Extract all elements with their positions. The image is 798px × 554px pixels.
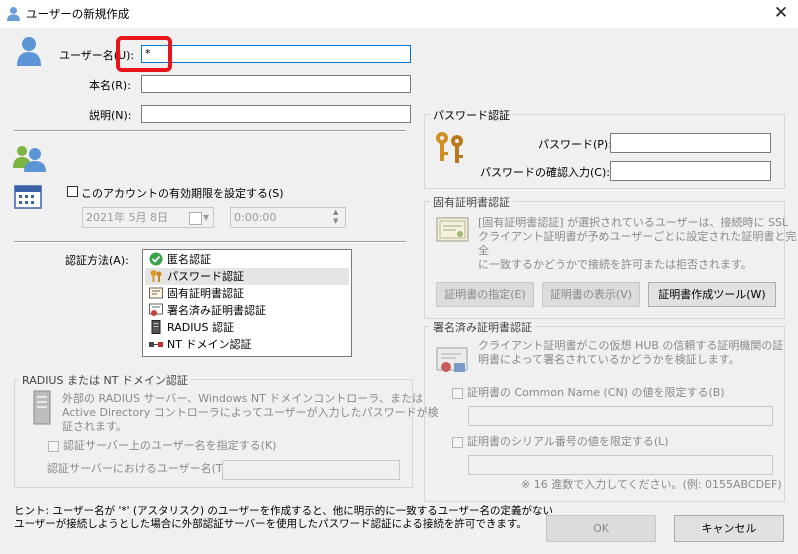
check-circle-icon [149, 252, 163, 266]
certificate-icon [436, 217, 469, 242]
list-item[interactable]: パスワード認証 [145, 268, 349, 285]
user-app-icon [7, 7, 20, 21]
radius-description: 外部の RADIUS サーバー、Windows NT ドメインコントローラ、また… [62, 392, 439, 433]
note-input[interactable] [141, 105, 411, 123]
specify-username-checkbox[interactable] [48, 441, 59, 452]
server-icon [33, 390, 51, 425]
cert-tool-button[interactable]: 証明書作成ツール(W) [648, 282, 776, 307]
keys-icon [150, 270, 162, 282]
close-icon: ✕ [773, 3, 789, 23]
separator [14, 130, 406, 132]
serial-input[interactable] [468, 455, 773, 475]
password-label: パスワード(P): [538, 138, 612, 151]
radius-group-title: RADIUS または NT ドメイン認証 [19, 372, 191, 388]
expire-date-picker[interactable]: 2021年 5月 8日 ▼ [82, 207, 214, 228]
server-icon [151, 320, 161, 334]
cancel-button[interactable]: キャンセル [674, 515, 784, 542]
certificate-icon [149, 287, 163, 299]
view-cert-button[interactable]: 証明書の表示(V) [542, 282, 640, 307]
expire-time-picker[interactable]: 0:00:00 ▲ ▼ [230, 207, 346, 228]
signed-certificate-icon [436, 347, 468, 372]
password-confirm-input[interactable] [610, 161, 771, 181]
serial-limit-checkbox[interactable] [452, 437, 463, 448]
realname-label: 本名(R): [89, 79, 131, 92]
chevron-down-icon: ▼ [203, 213, 210, 222]
serial-limit-label: 証明書のシリアル番号の値を限定する(L) [467, 435, 669, 448]
auth-method-list[interactable]: 匿名認証 パスワード認証 固有証明書認証 署名済み証明書認証 RADIUS 認証… [142, 249, 352, 357]
realname-input[interactable] [141, 75, 411, 93]
note-label: 説明(N): [89, 109, 132, 122]
server-username-label: 認証サーバーにおけるユーザー名(T): [47, 462, 231, 475]
signed-cert-title: 署名済み証明書認証 [430, 319, 535, 335]
close-button[interactable]: ✕ [770, 2, 792, 24]
window-title: ユーザーの新規作成 [26, 7, 130, 21]
signed-cert-description: クライアント証明書がこの仮想 HUB の信頼する証明機関の証 明書によって署名され… [478, 339, 784, 366]
ok-button[interactable]: OK [546, 515, 656, 542]
list-item[interactable]: NT ドメイン認証 [145, 336, 349, 353]
expire-checkbox[interactable] [67, 186, 78, 197]
keys-icon [436, 132, 463, 163]
cn-limit-checkbox[interactable] [452, 388, 463, 399]
cert-auth-title: 固有証明書認証 [430, 194, 513, 210]
signed-certificate-icon [149, 303, 163, 316]
specify-username-label: 認証サーバー上のユーザー名を指定する(K) [63, 439, 277, 452]
auth-method-label: 認証方法(A): [65, 254, 129, 267]
spin-arrows-icon: ▲ ▼ [333, 208, 339, 225]
list-item[interactable]: 固有証明書認証 [145, 285, 349, 302]
list-item[interactable]: 署名済み証明書認証 [145, 302, 349, 319]
cn-input[interactable] [468, 406, 773, 426]
cn-limit-label: 証明書の Common Name (CN) の値を限定する(B) [467, 386, 725, 399]
date-checkbox-icon [189, 212, 202, 225]
password-auth-title: パスワード認証 [430, 107, 513, 123]
expire-date-value: 2021年 5月 8日 [86, 211, 168, 224]
serial-note: ※ 16 進数で入力してください。(例: 0155ABCDEF) [521, 478, 782, 491]
list-item[interactable]: RADIUS 認証 [145, 319, 349, 336]
expire-time-value: 0:00:00 [234, 211, 277, 224]
password-input[interactable] [610, 133, 771, 153]
server-username-input[interactable] [222, 460, 400, 480]
list-item[interactable]: 匿名認証 [145, 251, 349, 268]
username-input[interactable]: * [141, 45, 411, 63]
user-group-icon [13, 146, 46, 172]
user-icon [17, 37, 41, 66]
specify-cert-button[interactable]: 証明書の指定(E) [436, 282, 534, 307]
cert-auth-description: [固有証明書認証] が選択されているユーザーは、接続時に SSL クライアント証明… [478, 216, 797, 271]
separator [14, 241, 406, 243]
expire-label: このアカウントの有効期限を設定する(S) [81, 187, 284, 200]
highlight-annotation [116, 36, 172, 72]
password-confirm-label: パスワードの確認入力(C): [480, 166, 610, 179]
calendar-icon [14, 185, 42, 209]
nt-domain-icon [149, 342, 163, 347]
hint-text: ヒント: ユーザー名が '*' (アスタリスク) のユーザーを作成すると、他に明… [14, 505, 554, 530]
